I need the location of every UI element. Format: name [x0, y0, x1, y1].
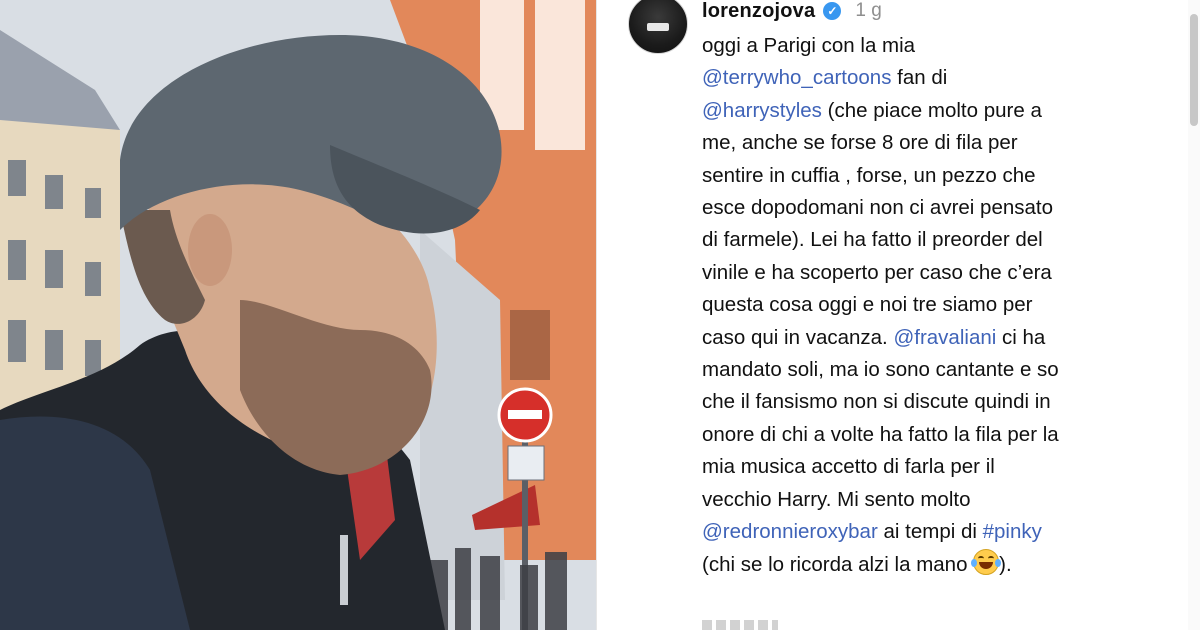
caption-text: ai tempi di	[877, 520, 983, 544]
post-photo[interactable]	[0, 0, 596, 630]
post-caption: oggi a Parigi con la mia @terrywho_carto…	[702, 30, 1172, 581]
caption-text: ).	[999, 552, 1012, 576]
caption-text: ci ha mandato soli, ma io sono cantante …	[702, 325, 1059, 511]
verified-badge-icon: ✓	[823, 2, 842, 20]
scroll-thumb[interactable]	[1190, 14, 1198, 126]
caption-text: (che piace molto pure a me, anche se for…	[702, 98, 1054, 349]
scrollbar[interactable]	[1188, 0, 1200, 630]
photo-scene	[0, 0, 596, 630]
caption-text: oggi a Parigi con la mia	[702, 34, 916, 57]
post-time: 1 g	[855, 0, 882, 21]
mention-link[interactable]: @fravaliani	[893, 326, 996, 349]
avatar-logo	[647, 23, 669, 31]
truncated-text-placeholder	[702, 620, 778, 630]
mention-link[interactable]: @harrystyles	[702, 99, 822, 122]
mention-link[interactable]: @terrywho_cartoons	[702, 66, 891, 89]
username-link[interactable]: lorenzojova	[702, 0, 815, 23]
caption-text: fan di	[897, 66, 948, 90]
laughing-tears-emoji-icon	[971, 548, 1002, 575]
truncated-next-line	[702, 620, 802, 630]
hashtag-link[interactable]: #pinky	[983, 520, 1042, 543]
mention-link[interactable]: @redronnieroxybar	[702, 520, 878, 543]
post-header: lorenzojova ✓ 1 g	[702, 0, 882, 23]
caption-text: (chi se lo ricorda alzi la mano	[702, 552, 968, 576]
